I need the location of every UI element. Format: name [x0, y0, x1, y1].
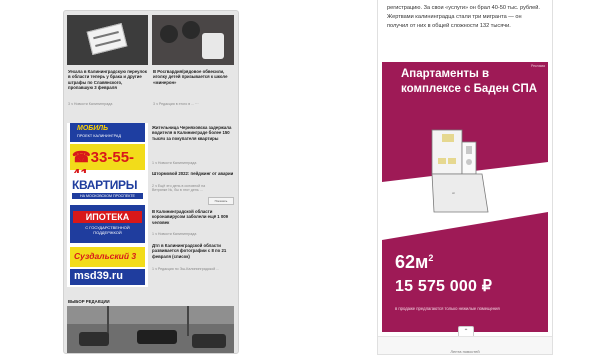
banner-area: 62м2: [395, 252, 433, 273]
ad-ipoteka[interactable]: ИПОТЕКА С ГОСУДАРСТВЕННОЙ ПОДДЕРЖКОЙ: [70, 205, 145, 243]
ad-subtitle: НА МОСКОВСКОМ ПРОСПЕКТЕ: [72, 193, 143, 199]
apartment-ad-banner[interactable]: сп Реклама Апартаменты в комплексе с Бад…: [382, 62, 548, 332]
news-title[interactable]: Дтп в Калининградской области развиваетс…: [152, 243, 234, 259]
car-image: [79, 332, 109, 346]
ad-phone[interactable]: ☎33-55-41: [70, 144, 145, 183]
news-meta: 1 ч Новости Калининграда: [152, 232, 197, 236]
person-image: [182, 21, 200, 39]
bottom-bar[interactable]: Лента новостей: [378, 336, 552, 354]
news-meta: 3 ч Новости Калининграда: [68, 102, 113, 106]
news-meta: 3 ч Редакция в этого в ... ⋯: [153, 102, 199, 106]
sky-area: [67, 306, 234, 324]
pole: [187, 306, 189, 336]
news-title[interactable]: В Калининградской области коронавирусом …: [152, 209, 234, 225]
document-image: [86, 23, 128, 55]
section-label: ВЫБОР РЕДАКЦИИ: [68, 299, 110, 304]
ad-mobil[interactable]: МОБИЛЬ ПРОЕКТ КАЛИНИНГРАД: [70, 123, 145, 142]
news-title[interactable]: В Росгвардия/рядовое обвесили, иголку де…: [153, 69, 233, 85]
editors-choice-photo[interactable]: [67, 306, 234, 353]
ad-site-link: msd39.ru: [74, 270, 123, 282]
svg-text:сп: сп: [452, 191, 456, 195]
ad-logo: МОБИЛЬ: [77, 125, 109, 132]
news-title[interactable]: Штормовой 2022: пейджинг от аварии: [152, 171, 234, 176]
news-meta: 2 ч Ещё это день в основной на Ветрянке …: [152, 184, 206, 192]
news-photo-people[interactable]: [152, 15, 234, 65]
right-phone-screenshot: регистрацию. За свои «услуги» он брал 40…: [377, 0, 553, 355]
news-meta: 1 ч Редакция по Эш-Калининградской ...: [152, 267, 220, 271]
news-photo-document[interactable]: [67, 15, 148, 65]
banner-price: 15 575 000 ₽: [395, 278, 493, 295]
news-title[interactable]: Жительница Черняховска задержала водител…: [152, 125, 234, 141]
banner-note: в продаже предлагаются только нежилые по…: [395, 306, 500, 311]
show-more-button[interactable]: Показать: [208, 197, 234, 205]
ad-subtitle: ПРОЕКТ КАЛИНИНГРАД: [77, 134, 122, 138]
ad-suzdal[interactable]: Суздальский 3: [70, 247, 145, 267]
car-image: [192, 334, 226, 348]
ad-subtitle: С ГОСУДАРСТВЕННОЙ ПОДДЕРЖКОЙ: [85, 225, 130, 235]
ad-heading: Суздальский 3: [74, 251, 137, 261]
package-image: [202, 33, 224, 59]
area-value: 62м: [395, 252, 429, 272]
news-title[interactable]: Уехала в Калининградскую переулок в обла…: [68, 69, 147, 91]
ad-site[interactable]: msd39.ru: [70, 269, 145, 285]
ad-kvartiry[interactable]: КВАРТИРЫ НА МОСКОВСКОМ ПРОСПЕКТЕ: [70, 173, 145, 201]
person-image: [160, 25, 178, 43]
banner-title: Апартаменты в комплексе с Баден СПА: [401, 68, 538, 95]
article-paragraph: регистрацию. За свои «услуги» он брал 40…: [387, 5, 540, 29]
area-unit-sup: 2: [428, 253, 434, 263]
news-meta: 1 ч Новости Калининграда: [152, 161, 197, 165]
ad-heading: КВАРТИРЫ: [72, 178, 138, 192]
car-image: [137, 330, 177, 344]
left-phone-screenshot: Уехала в Калининградскую переулок в обла…: [63, 10, 239, 354]
ad-banner-column[interactable]: МОБИЛЬ ПРОЕКТ КАЛИНИНГРАД ☎33-55-41 КВАР…: [67, 123, 148, 287]
bottom-bar-label: Лента новостей: [450, 349, 480, 354]
ad-heading: ИПОТЕКА: [73, 211, 142, 223]
